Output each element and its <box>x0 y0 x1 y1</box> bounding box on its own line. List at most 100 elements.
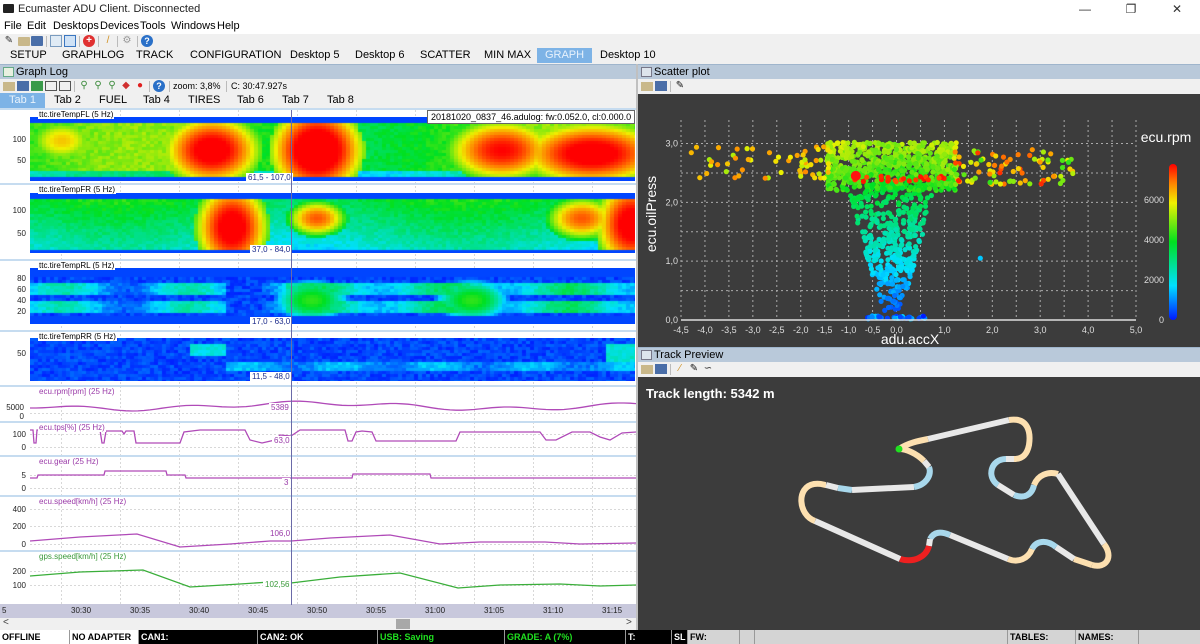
menu-devices[interactable]: Devices <box>100 20 139 32</box>
scatter-point <box>842 175 848 181</box>
desktop-tab-scatter[interactable]: SCATTER <box>414 48 477 63</box>
graph-tab-4[interactable]: Tab 4 <box>136 93 177 108</box>
horizontal-scrollbar[interactable]: < > <box>0 617 636 630</box>
desktop-tab-desktop10[interactable]: Desktop 10 <box>594 48 662 63</box>
minimize-button[interactable]: — <box>1062 0 1108 18</box>
zoom-in-icon[interactable]: ⚲ <box>78 80 90 92</box>
track-segment <box>798 480 827 524</box>
wand-icon[interactable]: / <box>102 35 114 47</box>
graph-tab-7[interactable]: Tab 7 <box>275 93 316 108</box>
zoom-fit-icon[interactable]: ⚲ <box>106 80 118 92</box>
wand-icon[interactable]: ⁄ <box>674 363 686 375</box>
connect-icon[interactable]: ✎ <box>3 35 15 47</box>
scatter-point <box>953 144 959 150</box>
open-folder-icon[interactable] <box>18 37 30 46</box>
menu-desktops[interactable]: Desktops <box>53 20 99 32</box>
graph-tab-2[interactable]: Tab 2 <box>47 93 88 108</box>
open-icon[interactable] <box>3 82 15 91</box>
graph-tab-6[interactable]: Tab 6 <box>230 93 271 108</box>
scatter-point <box>922 199 928 205</box>
scatter-point <box>775 154 782 160</box>
desktop-tab-minmax[interactable]: MIN MAX <box>478 48 537 63</box>
scatter-point <box>1060 177 1066 183</box>
record-icon[interactable]: ● <box>134 80 146 92</box>
channel-label: ttc.tireTempRL (5 Hz) <box>38 261 116 270</box>
edit-pen-icon[interactable]: ✎ <box>688 363 700 375</box>
track-shape-icon[interactable]: ∽ <box>702 363 714 375</box>
read-config-icon[interactable] <box>50 35 62 47</box>
open-icon[interactable] <box>641 365 653 374</box>
scatter-point <box>897 314 903 320</box>
channel-label: ecu.tps[%] (25 Hz) <box>38 423 106 432</box>
menu-edit[interactable]: Edit <box>27 20 46 32</box>
scatter-point <box>923 161 930 167</box>
scroll-left-button[interactable]: < <box>3 617 9 628</box>
scatter-point <box>907 221 913 227</box>
image2-icon[interactable] <box>59 81 71 91</box>
menu-tools[interactable]: Tools <box>140 20 166 32</box>
menu-help[interactable]: Help <box>217 20 240 32</box>
x-tick-label: -2,0 <box>793 325 809 335</box>
help-icon[interactable]: ? <box>141 35 153 47</box>
save-icon[interactable] <box>655 364 667 374</box>
time-cursor[interactable] <box>291 110 292 605</box>
scatter-point <box>987 171 993 177</box>
settings-gear-icon[interactable]: ⚙ <box>121 35 133 47</box>
maximize-button[interactable]: ❐ <box>1108 0 1154 18</box>
open-icon[interactable] <box>641 82 653 91</box>
scatter-point <box>762 175 768 181</box>
track-map[interactable] <box>638 377 1200 630</box>
help-icon[interactable]: ? <box>153 80 165 92</box>
scatter-point <box>873 257 879 263</box>
tps-line <box>30 429 636 444</box>
range-label: 37,0 - 84,0 <box>250 245 293 254</box>
export-excel-icon[interactable] <box>31 81 43 91</box>
scrollbar-thumb[interactable] <box>396 619 410 629</box>
desktop-tab-desktop5[interactable]: Desktop 5 <box>284 48 346 63</box>
image-icon[interactable] <box>45 81 57 91</box>
marker-icon[interactable]: ◆ <box>120 80 132 92</box>
save-icon[interactable] <box>17 81 29 91</box>
graph-tab-1[interactable]: Tab 1 <box>0 93 45 108</box>
scatter-point <box>876 166 882 173</box>
track-segment <box>988 456 1007 488</box>
cursor-value: 102,56 <box>263 580 292 589</box>
desktop-tab-graph[interactable]: GRAPH <box>537 48 592 63</box>
x-tick-label: -1,0 <box>841 325 857 335</box>
channel-label: ecu.gear (25 Hz) <box>38 457 100 466</box>
track-length: Track length: 5342 m <box>646 386 775 401</box>
scatter-point <box>904 205 910 211</box>
scatter-point <box>889 268 895 274</box>
save-icon[interactable] <box>31 36 43 46</box>
scroll-right-button[interactable]: > <box>626 617 632 628</box>
scatter-point <box>911 202 917 208</box>
graph-tab-8[interactable]: Tab 8 <box>320 93 361 108</box>
graph-area[interactable]: ttc.tireTempFL (5 Hz) 100 50 61,5 - 107,… <box>0 108 636 606</box>
status-usb: USB: Saving <box>378 630 505 644</box>
desktop-tab-track[interactable]: TRACK <box>130 48 179 63</box>
add-red-icon[interactable]: + <box>83 35 95 47</box>
scatter-point <box>854 213 860 219</box>
desktop-tab-configuration[interactable]: CONFIGURATION <box>184 48 287 63</box>
edit-pen-icon[interactable]: ✎ <box>674 80 686 92</box>
graph-tab-tires[interactable]: TIRES <box>181 93 227 108</box>
scatter-point <box>903 196 909 202</box>
menu-windows[interactable]: Windows <box>171 20 216 32</box>
close-button[interactable]: ✕ <box>1154 0 1200 18</box>
track-segment <box>813 518 902 562</box>
desktop-tab-setup[interactable]: SETUP <box>4 48 53 63</box>
scatter-point <box>898 243 904 249</box>
desktop-tab-desktop6[interactable]: Desktop 6 <box>349 48 411 63</box>
scatter-point <box>903 260 909 266</box>
write-config-icon[interactable] <box>64 35 76 47</box>
zoom-out-icon[interactable]: ⚲ <box>92 80 104 92</box>
scatter-point <box>1059 157 1065 163</box>
menu-file[interactable]: File <box>4 20 22 32</box>
scatter-chart[interactable]: -4,5 -4,0 -3,5 -3,0 -2,5 -2,0 -1,5 -1,0 -0,5 0,0 1… <box>638 94 1200 347</box>
time-axis: 5 30:30 30:35 30:40 30:45 30:50 30:55 31… <box>0 604 636 618</box>
scatter-point <box>739 167 745 173</box>
desktop-tab-graphlog[interactable]: GRAPHLOG <box>56 48 130 63</box>
save-icon[interactable] <box>655 81 667 91</box>
graph-tab-fuel[interactable]: FUEL <box>92 93 134 108</box>
status-empty <box>755 630 1008 644</box>
